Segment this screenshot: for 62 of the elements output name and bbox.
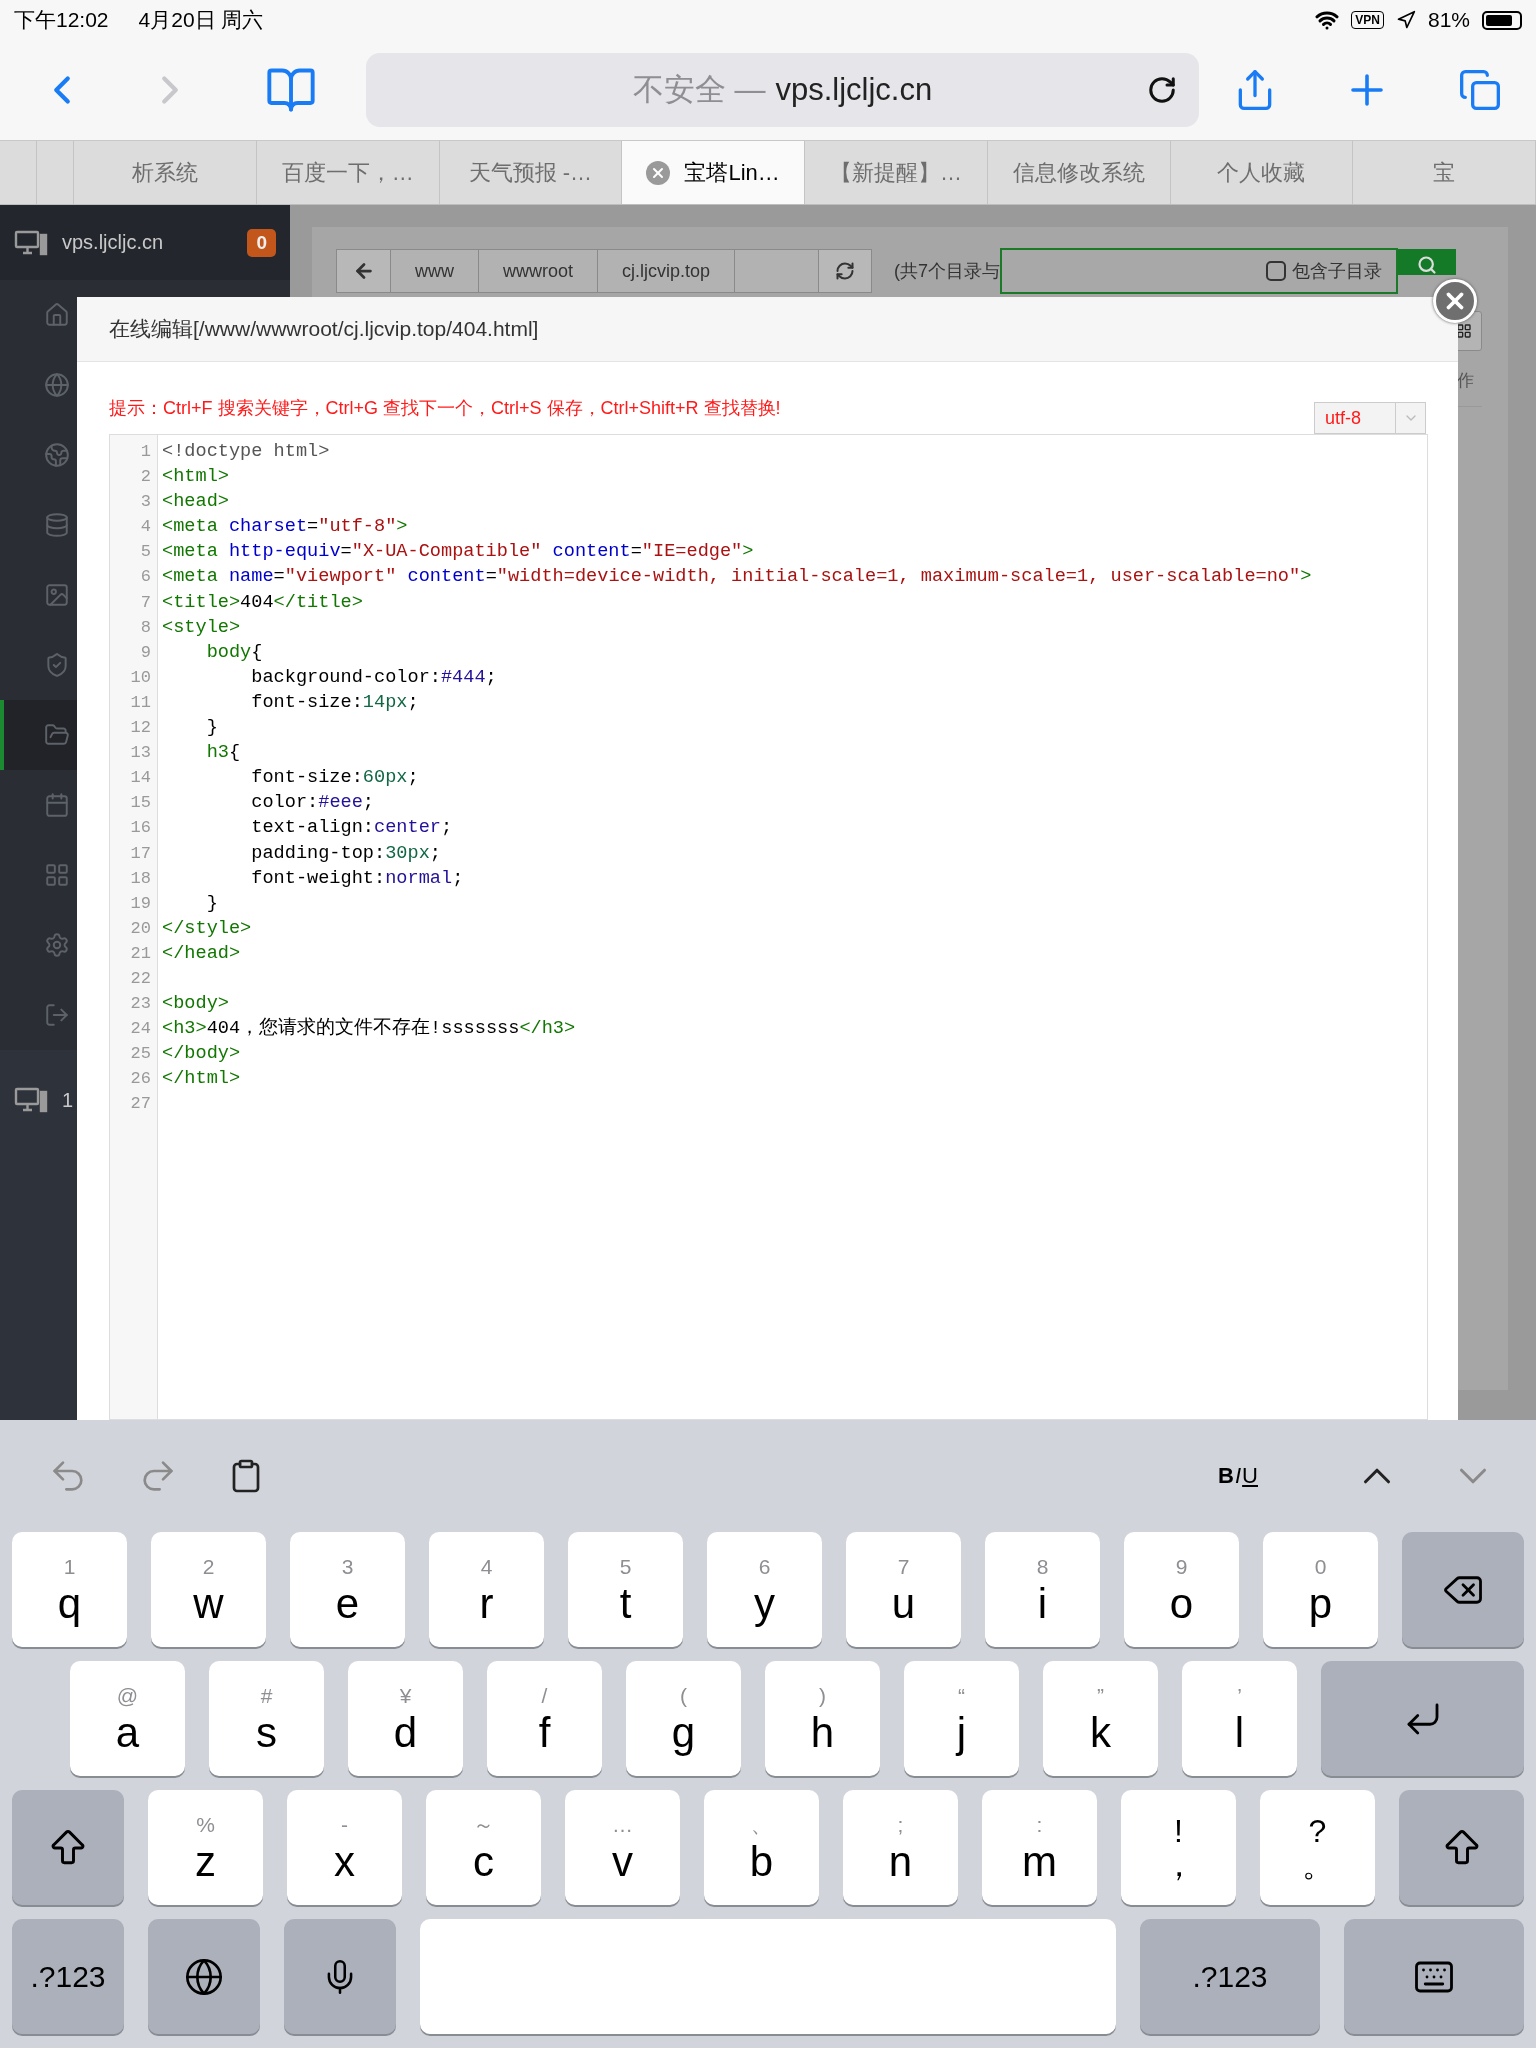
code-line: background-color:#444; [250,665,498,690]
code-line: <body> [162,992,230,1017]
code-line: font-size:60px; [250,766,420,791]
line-number: 14 [129,767,152,790]
code-line: } [205,891,219,916]
summary-text: (共7个目录与 [894,260,1001,283]
dialog-title: 在线编辑[/www/wwwroot/cj.ljcvip.top/404.html] [109,316,539,342]
code-line: <html> [162,465,230,490]
line-number: 25 [129,1043,152,1066]
line-number: 12 [129,717,152,740]
code-line: body{ [205,640,264,665]
line-number: 11 [129,691,152,714]
code-line: <head> [162,490,230,515]
hint-text: 提示：Ctrl+F 搜索关键字，Ctrl+G 查找下一个，Ctrl+S 保存，Ctrl+Shift+R 查找替换! [109,397,781,420]
line-number: 18 [129,867,152,890]
code-line: font-weight:normal; [250,866,465,891]
line-number: 19 [129,892,152,915]
code-line: <title>404</title> [162,590,364,615]
code-line: padding-top:30px; [250,841,442,866]
code-line: font-size:14px; [250,690,420,715]
code-line: </head> [162,941,242,966]
code-line: h3{ [205,741,242,766]
code-line: <h3>404，您请求的文件不存在!sssssss</h3> [162,1016,577,1042]
battery-percent: 81% [1427,8,1470,32]
line-number: 26 [129,1068,152,1091]
line-number: 4 [139,516,152,539]
code-line: </html> [162,1067,242,1092]
line-number: 6 [139,566,152,589]
line-number: 16 [129,817,152,840]
code-line: <meta charset="utf-8"> [162,515,409,540]
line-number: 22 [129,967,152,990]
count-badge: 0 [247,228,276,257]
line-number: 3 [139,491,152,514]
line-number: 21 [129,942,152,965]
vpn-badge: VPN [1351,11,1384,29]
code-line: <meta http-equiv="X-UA-Compatible" content="IE=edge"> [162,540,755,565]
status-time: 下午12:02 [14,7,109,33]
line-number: 8 [139,616,152,639]
line-number: 23 [129,993,152,1016]
code-line: </body> [162,1042,242,1067]
line-number: 15 [129,792,152,815]
line-number: 27 [129,1093,152,1116]
checkbox-label: 包含子目录 [1292,260,1383,283]
code-line: <!doctype html> [162,440,331,464]
line-number: 20 [129,917,152,940]
line-number: 1 [139,441,152,463]
line-number: 24 [129,1018,152,1041]
line-number: 17 [129,842,152,865]
line-number: 5 [139,541,152,564]
code-line: } [205,716,219,741]
line-number: 2 [139,466,152,489]
code-line: text-align:center; [250,816,454,841]
status-date: 4月20日 周六 [138,7,264,33]
line-number: 10 [129,666,152,689]
line-number: 13 [129,742,152,765]
code-line: <meta name="viewport" content="width=device-width, initial-scale=1, maximum-scale=1, user-scalable=no"> [162,565,1313,590]
column-header: 作 [1457,370,1474,392]
line-number: 7 [139,591,152,614]
line-number: 9 [139,641,152,664]
code-line: color:#eee; [250,791,376,816]
code-line: <style> [162,615,242,640]
code-line: </style> [162,916,253,941]
